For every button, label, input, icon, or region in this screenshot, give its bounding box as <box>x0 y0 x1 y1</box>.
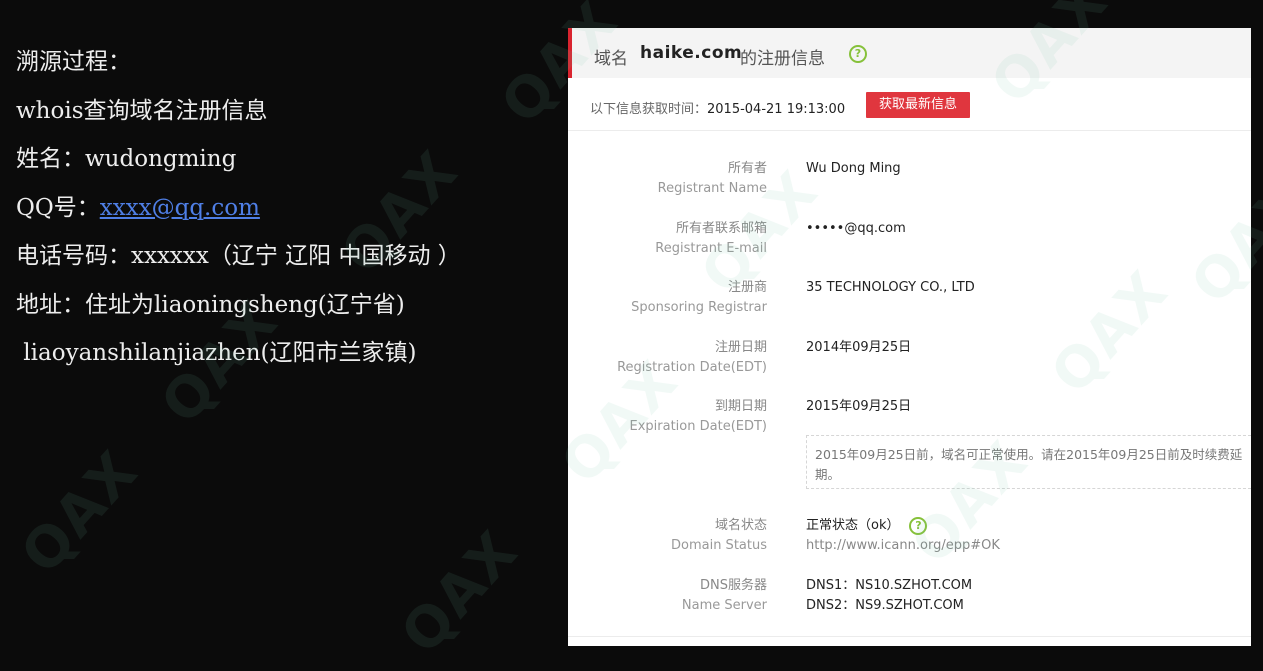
expiry-note: 2015年09月25日前，域名可正常使用。请在2015年09月25日前及时续费延… <box>806 435 1251 489</box>
registrant-email-value: •••••@qq.com <box>806 221 906 236</box>
label-en: Sponsoring Registrar <box>631 300 767 315</box>
label-cn: 到期日期 <box>714 399 767 414</box>
label-cn: 域名状态 <box>714 518 767 533</box>
label-en: Registrant E-mail <box>655 241 767 256</box>
qq-email-link[interactable]: xxxx@qq.com <box>100 195 260 221</box>
dns2: DNS2：NS9.SZHOT.COM <box>806 598 964 613</box>
registrar-label: 注册商 Sponsoring Registrar <box>631 278 767 318</box>
notes-qq: QQ号：xxxx@qq.com <box>16 184 461 233</box>
domain-status-label: 域名状态 Domain Status <box>671 516 767 556</box>
notes-address-detail: liaoyanshilanjiazhen(辽阳市兰家镇) <box>16 340 417 366</box>
notes-qq-label: QQ号： <box>16 194 100 221</box>
registrant-email-label: 所有者联系邮箱 Registrant E-mail <box>655 219 767 259</box>
fetch-time-value: 2015-04-21 19:13:00 <box>707 102 846 117</box>
divider <box>568 636 1251 637</box>
watermark: QAX <box>9 438 152 587</box>
label-en: Registration Date(EDT) <box>617 360 767 375</box>
fetch-time-label: 以下信息获取时间： <box>590 102 708 117</box>
dns1: DNS1：NS10.SZHOT.COM <box>806 578 973 593</box>
label-cn: 所有者联系邮箱 <box>675 221 767 236</box>
refresh-info-button[interactable]: 获取最新信息 <box>866 92 970 118</box>
watermark: QAX <box>389 518 532 667</box>
registrant-name-label: 所有者 Registrant Name <box>658 159 767 199</box>
registrant-name-value: Wu Dong Ming <box>806 161 901 176</box>
expiration-date-value: 2015年09月25日 <box>806 399 912 414</box>
title-suffix: 的注册信息 <box>740 49 825 69</box>
divider <box>568 130 1251 131</box>
label-cn: 注册日期 <box>714 340 767 355</box>
dns-value: DNS1：NS10.SZHOT.COM DNS2：NS9.SZHOT.COM <box>806 576 972 616</box>
status-link[interactable]: http://www.icann.org/epp#OK <box>806 536 1000 556</box>
title-prefix: 域名 <box>594 49 628 69</box>
registration-date-value: 2014年09月25日 <box>806 340 912 355</box>
notes-address: 地址：住址为liaoningsheng(辽宁省) <box>16 291 405 318</box>
label-en: Expiration Date(EDT) <box>629 419 768 434</box>
notes-name: 姓名：wudongming <box>16 146 237 172</box>
whois-panel: 域名 haike.com 的注册信息 ? 以下信息获取时间：2015-04-21… <box>568 28 1251 646</box>
panel-header: 域名 haike.com 的注册信息 ? <box>568 28 1251 78</box>
expiration-date-label: 到期日期 Expiration Date(EDT) <box>630 397 768 437</box>
trace-notes: 溯源过程： whois查询域名注册信息 姓名：wudongming QQ号：xx… <box>16 38 461 378</box>
status-text: 正常状态（ok） <box>806 518 900 533</box>
registration-date-label: 注册日期 Registration Date(EDT) <box>617 338 767 378</box>
domain-status-value: 正常状态（ok）? http://www.icann.org/epp#OK <box>806 516 1000 556</box>
label-en: Name Server <box>681 598 767 613</box>
label-en: Registrant Name <box>657 181 767 196</box>
notes-phone: 电话号码：xxxxxx（辽宁 辽阳 中国移动 ） <box>16 243 461 269</box>
label-cn: 注册商 <box>727 280 767 295</box>
notes-heading: 溯源过程： <box>16 49 131 75</box>
label-en: Domain Status <box>670 538 767 553</box>
domain-name: haike.com <box>640 43 743 63</box>
label-cn: 所有者 <box>727 161 767 176</box>
status-help-icon[interactable]: ? <box>909 516 928 535</box>
label-cn: DNS服务器 <box>700 578 767 593</box>
registrar-value: 35 TECHNOLOGY CO., LTD <box>806 280 975 295</box>
notes-whois: whois查询域名注册信息 <box>16 97 268 124</box>
dns-label: DNS服务器 Name Server <box>682 576 767 616</box>
help-icon[interactable]: ? <box>849 45 867 63</box>
fetch-time-row: 以下信息获取时间：2015-04-21 19:13:00 <box>590 98 845 117</box>
